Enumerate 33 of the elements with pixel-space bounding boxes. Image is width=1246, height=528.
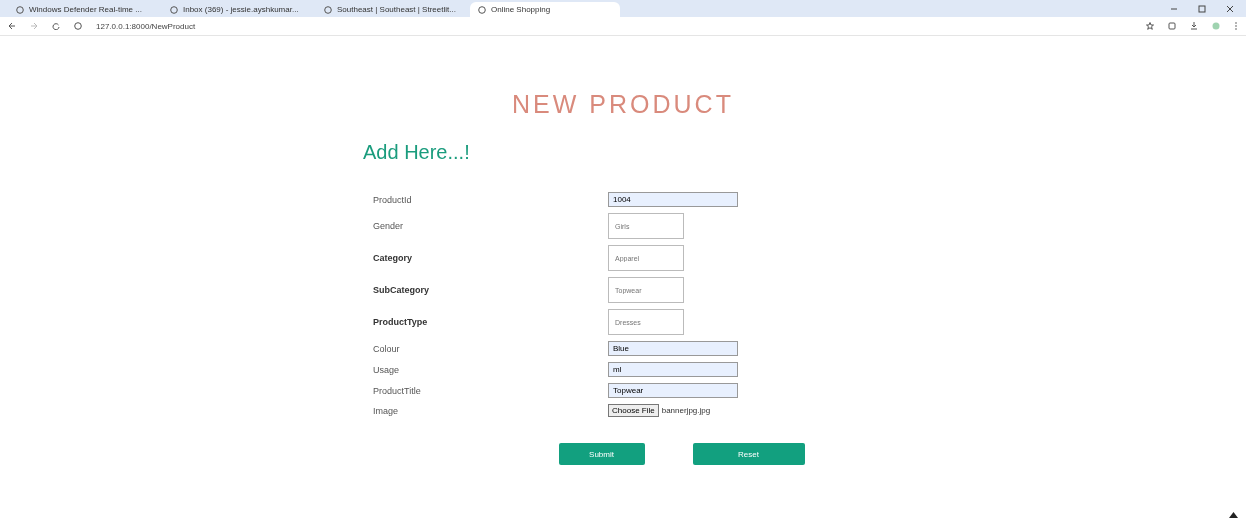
globe-icon	[324, 5, 332, 14]
browser-tab[interactable]: Windows Defender Real-time ...	[8, 2, 158, 17]
address-bar[interactable]: 127.0.0.1:8000/NewProduct	[96, 21, 196, 31]
field-label: SubCategory	[373, 285, 430, 295]
field-label: Category	[373, 253, 413, 263]
page-title: NEW PRODUCT	[512, 90, 734, 119]
field-label: Colour	[373, 343, 401, 354]
restore-icon[interactable]	[1198, 4, 1206, 13]
choose-file-button[interactable]: Choose File	[608, 404, 659, 417]
input-field[interactable]: Topwear	[608, 383, 738, 398]
globe-icon	[170, 5, 178, 14]
browser-tab[interactable]: Southeast | Southeast | Streetlit...	[316, 2, 466, 17]
field-label: Gender	[373, 221, 405, 231]
field-label: Usage	[373, 364, 400, 375]
form-heading: Add Here...!	[363, 141, 471, 164]
field-label: ProductId	[373, 194, 413, 205]
back-arrow-icon[interactable]	[8, 22, 16, 30]
browser-tab[interactable]: Inbox (369) - jessie.ayshkumar...	[162, 2, 312, 17]
close-icon[interactable]	[1226, 4, 1234, 13]
file-name: bannerjpg.jpg	[661, 406, 711, 415]
reload-icon[interactable]	[52, 22, 60, 30]
field-label: ProductTitle	[373, 385, 422, 396]
field-label: ProductType	[373, 317, 429, 327]
scroll-up-icon[interactable]	[1229, 512, 1238, 518]
browser-tab[interactable]: Online Shopping	[470, 2, 620, 17]
star-icon[interactable]	[1146, 22, 1154, 30]
input-field[interactable]: ml	[608, 362, 738, 377]
download-icon[interactable]	[1190, 22, 1198, 30]
globe-icon	[16, 5, 24, 14]
field-label: Image	[373, 405, 399, 416]
input-field[interactable]: Blue	[608, 341, 738, 356]
globe-icon	[478, 5, 486, 14]
input-field[interactable]: 1004	[608, 192, 738, 207]
